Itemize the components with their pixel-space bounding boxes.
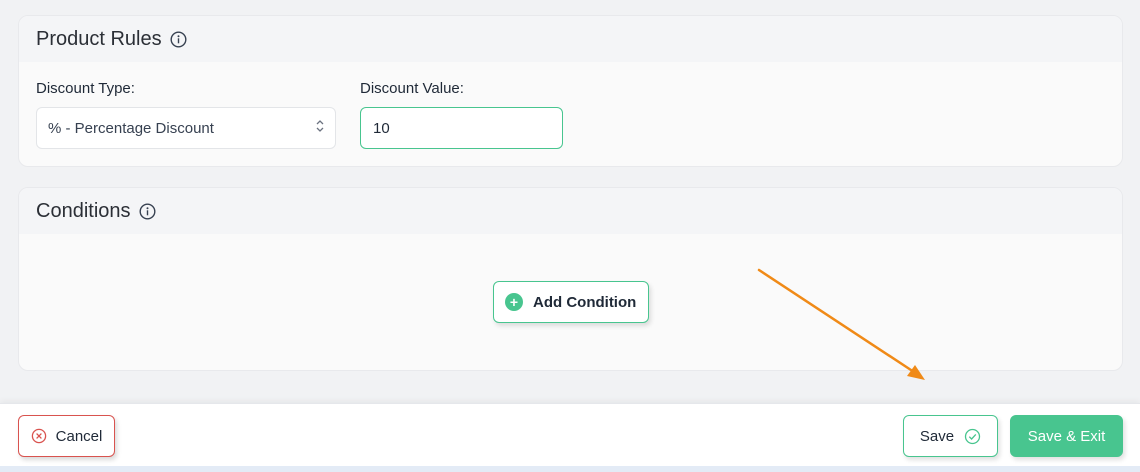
save-and-exit-label: Save & Exit bbox=[1027, 427, 1106, 445]
discount-type-label: Discount Type: bbox=[36, 80, 135, 97]
product-rules-title: Product Rules bbox=[36, 27, 162, 50]
info-icon[interactable] bbox=[170, 30, 187, 48]
discount-type-field: Discount Type: % - Percentage Discount bbox=[36, 80, 336, 149]
footer-bar: Cancel Save Save & Exit bbox=[0, 403, 1140, 466]
save-label: Save bbox=[919, 427, 955, 445]
plus-circle-icon: + bbox=[505, 293, 523, 311]
save-button[interactable]: Save bbox=[903, 415, 998, 457]
x-circle-icon bbox=[31, 428, 47, 444]
cancel-button[interactable]: Cancel bbox=[18, 415, 115, 457]
discount-type-value: % - Percentage Discount bbox=[48, 119, 214, 137]
add-condition-button[interactable]: + Add Condition bbox=[493, 281, 649, 323]
product-rules-header: Product Rules bbox=[19, 16, 1122, 62]
chevron-up-down-icon bbox=[315, 119, 325, 137]
cancel-label: Cancel bbox=[55, 427, 103, 445]
discount-value-input[interactable] bbox=[360, 107, 563, 149]
page: Product Rules Discount Type: % - Percent… bbox=[0, 0, 1140, 472]
conditions-header: Conditions bbox=[19, 188, 1122, 234]
check-circle-icon bbox=[964, 428, 981, 445]
conditions-title: Conditions bbox=[36, 199, 131, 222]
discount-type-select[interactable]: % - Percentage Discount bbox=[36, 107, 336, 149]
bottom-strip bbox=[0, 466, 1140, 472]
info-icon[interactable] bbox=[139, 202, 156, 220]
conditions-body: + Add Condition bbox=[19, 234, 1122, 370]
save-and-exit-button[interactable]: Save & Exit bbox=[1010, 415, 1123, 457]
conditions-card: Conditions + Add Condition bbox=[18, 187, 1123, 371]
product-rules-card: Product Rules Discount Type: % - Percent… bbox=[18, 15, 1123, 167]
discount-value-label: Discount Value: bbox=[360, 80, 464, 97]
add-condition-label: Add Condition bbox=[533, 293, 637, 311]
discount-value-field: Discount Value: bbox=[360, 80, 563, 149]
